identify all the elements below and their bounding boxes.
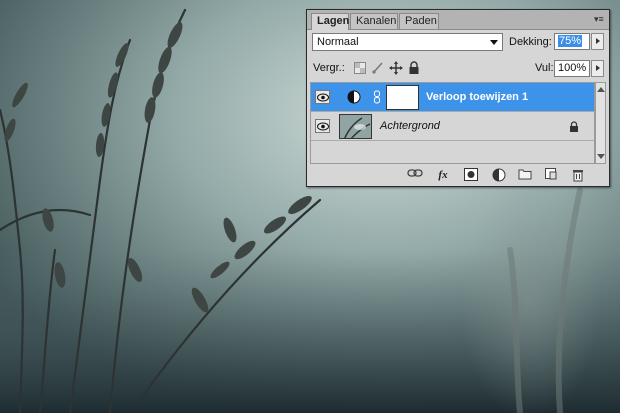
tab-paden[interactable]: Paden <box>399 13 439 29</box>
gradient-map-adjustment-icon <box>347 90 361 104</box>
layer-image-thumbnail[interactable] <box>339 114 372 139</box>
fill-slider-button[interactable] <box>591 60 604 77</box>
tab-kanalen[interactable]: Kanalen <box>350 13 398 29</box>
mask-icon[interactable] <box>463 168 479 183</box>
eye-icon[interactable] <box>315 119 330 133</box>
fill-label: Vul: <box>535 62 554 74</box>
panel-tab-bar: Lagen Kanalen Paden ▾≡ <box>307 10 609 30</box>
lock-label: Vergr.: <box>313 62 345 74</box>
fx-icon[interactable]: fx <box>435 168 451 183</box>
chevron-down-icon <box>490 40 498 45</box>
chain-link-icon[interactable] <box>373 90 381 104</box>
fill-value: 100% <box>558 62 587 74</box>
tab-lagen[interactable]: Lagen <box>311 13 349 30</box>
lock-paint-icon[interactable] <box>371 61 385 75</box>
opacity-value: 75% <box>558 35 583 47</box>
lock-all-icon[interactable] <box>408 61 420 75</box>
blend-mode-select[interactable]: Normaal <box>312 33 503 51</box>
trash-icon[interactable] <box>570 168 586 183</box>
layers-list: Verloop toewijzen 1 Achtergrond <box>310 82 595 164</box>
eye-icon[interactable] <box>315 90 330 104</box>
layer-row-achtergrond[interactable]: Achtergrond <box>311 112 594 141</box>
link-icon[interactable] <box>407 168 423 183</box>
fill-input[interactable]: 100% <box>554 60 590 77</box>
lock-transparent-icon[interactable] <box>354 62 366 74</box>
lock-move-icon[interactable] <box>389 61 403 75</box>
blend-mode-value: Normaal <box>317 36 359 48</box>
opacity-slider-button[interactable] <box>591 33 604 50</box>
layers-scrollbar[interactable] <box>595 82 606 164</box>
layer-mask-thumbnail[interactable] <box>386 85 419 110</box>
lock-icon <box>569 121 579 132</box>
new-layer-icon[interactable] <box>543 168 559 183</box>
layer-name: Achtergrond <box>380 120 440 132</box>
scroll-up-icon[interactable] <box>597 87 605 92</box>
opacity-input[interactable]: 75% <box>554 33 590 50</box>
layers-panel: Lagen Kanalen Paden ▾≡ Normaal Dekking: … <box>306 9 610 187</box>
layer-row-verloop[interactable]: Verloop toewijzen 1 <box>311 83 594 112</box>
opacity-label: Dekking: <box>509 36 552 48</box>
adjustment-layer-icon[interactable] <box>491 168 507 183</box>
panel-menu-icon[interactable]: ▾≡ <box>594 14 606 24</box>
panel-footer: fx <box>307 166 609 186</box>
layer-name: Verloop toewijzen 1 <box>426 91 529 103</box>
group-folder-icon[interactable] <box>517 168 533 183</box>
scroll-down-icon[interactable] <box>597 154 605 159</box>
